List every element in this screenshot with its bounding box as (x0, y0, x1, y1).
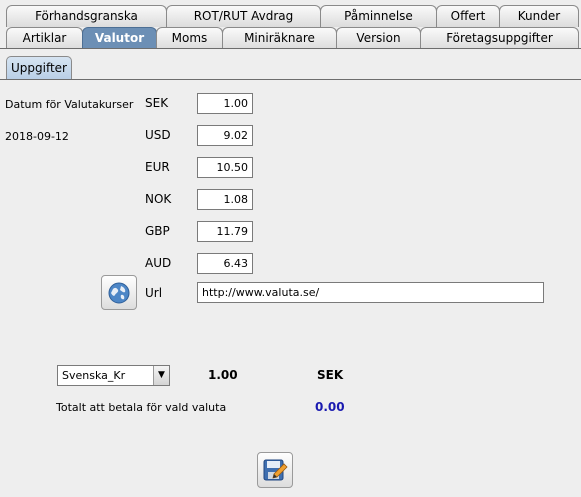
tab-forhandsgranska[interactable]: Förhandsgranska (6, 5, 167, 27)
currency-label-gbp: GBP (145, 224, 170, 238)
save-icon (263, 459, 288, 481)
tab-paminnelse[interactable]: Påminnelse (320, 5, 437, 27)
date-label: Datum för Valutakurser (5, 98, 134, 111)
currency-label-nok: NOK (145, 192, 172, 206)
rate-field-sek[interactable]: 1.00 (197, 93, 253, 114)
tab-version[interactable]: Version (336, 27, 421, 49)
tab-panel-border (0, 48, 581, 49)
tab-valutor[interactable]: Valutor (82, 27, 157, 49)
tab-artiklar[interactable]: Artiklar (6, 27, 83, 49)
rate-field-aud[interactable]: 6.43 (197, 253, 253, 274)
selected-code: SEK (317, 368, 344, 382)
valutor-panel: Datum för Valutakurser 2018-09-12 SEK 1.… (0, 81, 581, 497)
date-value: 2018-09-12 (5, 130, 69, 143)
tab-rot-rut-avdrag[interactable]: ROT/RUT Avdrag (166, 5, 321, 27)
currency-label-usd: USD (145, 128, 171, 142)
tab-kunder[interactable]: Kunder (499, 5, 579, 27)
chevron-down-icon[interactable]: ▼ (153, 366, 169, 385)
rate-field-usd[interactable]: 9.02 (197, 125, 253, 146)
currency-label-eur: EUR (145, 160, 170, 174)
url-field[interactable]: http://www.valuta.se/ (197, 282, 544, 303)
tab-offert[interactable]: Offert (436, 5, 500, 27)
total-value: 0.00 (315, 400, 345, 414)
subtab-uppgifter[interactable]: Uppgifter (6, 56, 72, 79)
globe-icon (108, 282, 130, 304)
total-label: Totalt att betala för vald valuta (56, 401, 227, 414)
currency-select[interactable]: Svenska_Kr ▼ (57, 365, 170, 386)
url-label: Url (145, 286, 163, 300)
tab-moms[interactable]: Moms (156, 27, 223, 49)
tab-minirakare[interactable]: Miniräknare (222, 27, 337, 49)
save-button[interactable] (257, 452, 293, 488)
rate-field-gbp[interactable]: 11.79 (197, 221, 253, 242)
rate-field-eur[interactable]: 10.50 (197, 157, 253, 178)
currency-label-sek: SEK (145, 96, 169, 110)
currency-label-aud: AUD (145, 256, 172, 270)
currency-select-value: Svenska_Kr (62, 369, 126, 382)
rate-field-nok[interactable]: 1.08 (197, 189, 253, 210)
subtab-panel-border (0, 79, 581, 80)
open-url-button[interactable] (101, 275, 137, 310)
tab-foretagsuppgifter[interactable]: Företagsuppgifter (420, 27, 579, 49)
selected-rate: 1.00 (208, 368, 238, 382)
